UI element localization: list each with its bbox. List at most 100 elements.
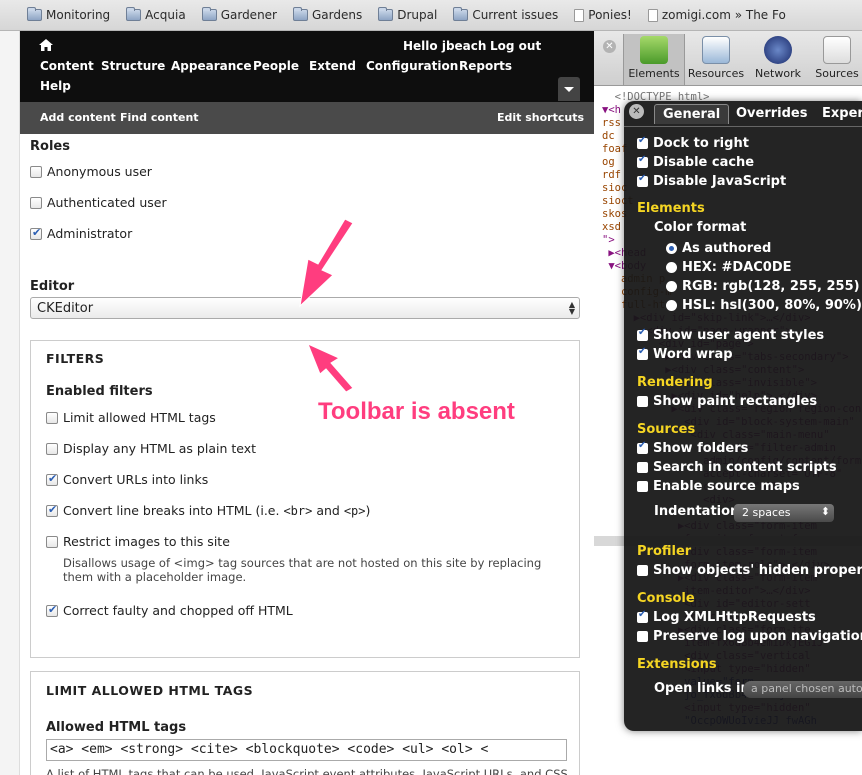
shortcut-find-content[interactable]: Find content <box>120 111 199 124</box>
filter-plain-text[interactable]: Display any HTML as plain text <box>46 441 256 456</box>
tab-sources[interactable]: Sources <box>806 34 862 85</box>
close-icon[interactable]: ✕ <box>629 104 644 119</box>
checkbox[interactable] <box>637 440 648 454</box>
color-format-hex[interactable]: HEX: #DAC0DE <box>666 260 792 275</box>
bookmark-monitoring[interactable]: Monitoring <box>27 7 110 22</box>
checkbox[interactable] <box>637 135 648 149</box>
screen: Monitoring Acquia Gardener Gardens Drupa… <box>0 0 862 775</box>
radio[interactable] <box>666 262 677 273</box>
editor-select[interactable]: CKEditor ▲ ▼ <box>30 297 580 319</box>
color-format-hsl[interactable]: HSL: hsl(300, 80%, 90%) <box>666 298 862 313</box>
tab-overrides[interactable]: Overrides <box>728 104 815 123</box>
checkbox-label: Disable JavaScript <box>653 174 787 189</box>
checkbox[interactable] <box>30 196 42 209</box>
toolbar-item-content[interactable]: Content <box>40 59 94 73</box>
radio[interactable] <box>666 300 677 311</box>
edit-shortcuts-link[interactable]: Edit shortcuts <box>497 111 584 124</box>
allowed-tags-input[interactable]: <a> <em> <strong> <cite> <blockquote> <c… <box>46 739 567 761</box>
shortcuts-toggle-button[interactable] <box>558 77 580 101</box>
tab-general[interactable]: General <box>654 104 730 124</box>
label-text: ) <box>365 503 371 518</box>
indentation-select[interactable]: 2 spaces <box>734 504 834 522</box>
checkbox[interactable] <box>30 165 42 178</box>
checkbox-label: Authenticated user <box>47 195 167 210</box>
show-paint-rectangles-toggle[interactable]: Show paint rectangles <box>637 394 817 409</box>
checkbox[interactable] <box>637 154 648 168</box>
preserve-log-toggle[interactable]: Preserve log upon navigation <box>637 629 862 644</box>
filter-htmlcorrector[interactable]: Correct faulty and chopped off HTML <box>46 603 293 618</box>
filter-limit-html[interactable]: Limit allowed HTML tags <box>46 410 216 425</box>
toolbar-item-appearance[interactable]: Appearance <box>171 59 252 73</box>
select-value: 2 spaces <box>742 506 791 519</box>
bookmark-current-issues[interactable]: Current issues <box>453 7 558 22</box>
checkbox[interactable] <box>30 226 42 240</box>
bookmark-ponies[interactable]: Ponies! <box>574 8 632 22</box>
radio[interactable] <box>666 243 677 254</box>
word-wrap-toggle[interactable]: Word wrap <box>637 346 733 362</box>
folder-icon <box>201 7 217 21</box>
color-format-as-authored[interactable]: As authored <box>666 241 771 256</box>
bookmark-gardens[interactable]: Gardens <box>292 7 363 22</box>
checkbox[interactable] <box>637 609 648 623</box>
bookmark-drupal[interactable]: Drupal <box>378 7 437 22</box>
checkbox[interactable] <box>637 327 648 341</box>
filter-restrict-images[interactable]: Restrict images to this site <box>46 534 230 549</box>
toolbar-item-people[interactable]: People <box>253 59 299 73</box>
tab-elements[interactable]: Elements <box>623 34 685 85</box>
close-icon[interactable]: ✕ <box>603 40 616 53</box>
checkbox[interactable] <box>637 481 648 492</box>
checkbox[interactable] <box>46 472 58 486</box>
log-xhr-toggle[interactable]: Log XMLHttpRequests <box>637 609 816 625</box>
checkbox[interactable] <box>46 603 58 617</box>
checkbox[interactable] <box>46 535 58 548</box>
tab-network[interactable]: Network <box>747 34 809 85</box>
checkbox[interactable] <box>637 173 648 187</box>
color-format-rgb[interactable]: RGB: rgb(128, 255, 255) <box>666 279 860 294</box>
checkbox[interactable] <box>637 396 648 407</box>
radio[interactable] <box>666 281 677 292</box>
bookmark-gardener[interactable]: Gardener <box>201 7 277 22</box>
allowed-tags-help: A list of HTML tags that can be used. Ja… <box>46 767 568 775</box>
toolbar-user-greeting[interactable]: Hello jbeach <box>403 39 486 53</box>
enable-source-maps-toggle[interactable]: Enable source maps <box>637 479 800 494</box>
search-content-scripts-toggle[interactable]: Search in content scripts <box>637 460 837 475</box>
disable-javascript-toggle[interactable]: Disable JavaScript <box>637 173 787 189</box>
disable-cache-toggle[interactable]: Disable cache <box>637 154 754 170</box>
filter-url[interactable]: Convert URLs into links <box>46 472 208 487</box>
bookmark-label: Gardener <box>220 8 277 22</box>
dock-to-right-toggle[interactable]: Dock to right <box>637 135 749 151</box>
description-line: them with a placeholder image. <box>63 570 247 584</box>
toolbar-item-configuration[interactable]: Configuration <box>366 59 458 73</box>
toolbar-logout[interactable]: Log out <box>490 39 541 53</box>
page-viewport: Hello jbeach Log out Content Structure A… <box>0 31 594 775</box>
checkbox[interactable] <box>637 346 648 360</box>
editor-label: Editor <box>30 279 75 294</box>
filter-autop[interactable]: Convert line breaks into HTML (i.e. <br>… <box>46 503 370 518</box>
label-text: and <box>312 503 344 518</box>
role-authenticated[interactable]: Authenticated user <box>30 195 167 210</box>
show-folders-toggle[interactable]: Show folders <box>637 440 748 456</box>
toolbar-item-extend[interactable]: Extend <box>309 59 356 73</box>
show-ua-styles-toggle[interactable]: Show user agent styles <box>637 327 824 343</box>
bookmark-zomigi[interactable]: zomigi.com » The Fo <box>647 8 786 22</box>
open-links-select[interactable]: a panel chosen autom <box>743 681 862 698</box>
toolbar-item-reports[interactable]: Reports <box>459 59 512 73</box>
tab-experiments[interactable]: Exper <box>814 104 862 123</box>
role-anonymous[interactable]: Anonymous user <box>30 164 152 179</box>
checkbox[interactable] <box>46 503 58 517</box>
checkbox[interactable] <box>637 631 648 642</box>
toolbar-item-structure[interactable]: Structure <box>101 59 165 73</box>
shortcut-add-content[interactable]: Add content <box>40 111 116 124</box>
checkbox[interactable] <box>46 411 58 424</box>
bookmark-acquia[interactable]: Acquia <box>126 7 186 22</box>
home-icon[interactable] <box>39 39 53 51</box>
toolbar-item-help[interactable]: Help <box>40 79 71 93</box>
checkbox[interactable] <box>637 462 648 473</box>
checkbox[interactable] <box>46 442 58 455</box>
role-administrator[interactable]: Administrator <box>30 226 132 241</box>
page-icon <box>647 8 658 22</box>
tab-resources[interactable]: Resources <box>685 34 747 85</box>
show-hidden-properties-toggle[interactable]: Show objects' hidden properties <box>637 563 862 578</box>
checkbox[interactable] <box>637 565 648 576</box>
bookmark-label: Gardens <box>311 8 363 22</box>
